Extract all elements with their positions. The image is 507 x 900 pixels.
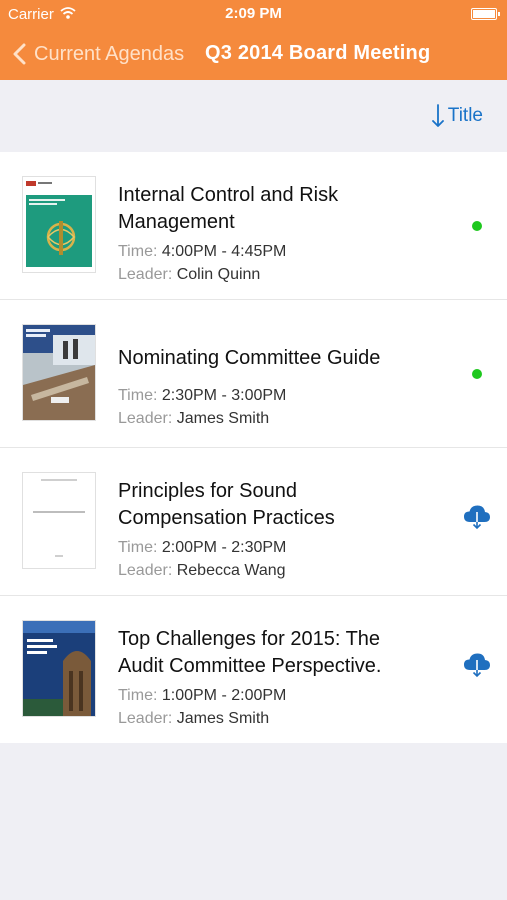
agenda-time: Time: 2:30PM - 3:00PM (118, 387, 287, 404)
document-thumbnail (22, 472, 96, 569)
page-title: Q3 2014 Board Meeting (205, 42, 431, 64)
agenda-time: Time: 4:00PM - 4:45PM (118, 243, 287, 260)
downloaded-indicator (472, 221, 482, 231)
list-item[interactable]: Internal Control and Risk Management Tim… (0, 152, 507, 300)
sort-label: Title (447, 105, 483, 126)
arrow-down-icon (431, 104, 444, 127)
status-bar: Carrier 2:09 PM (0, 0, 507, 28)
back-button[interactable]: Current Agendas (12, 38, 184, 70)
back-button-label: Current Agendas (34, 42, 185, 65)
agenda-title: Principles for Sound Compensation Practi… (118, 480, 335, 529)
agenda-list: Internal Control and Risk Management Tim… (0, 152, 507, 743)
battery-icon (471, 8, 500, 20)
list-item[interactable]: Top Challenges for 2015: The Audit Commi… (0, 596, 507, 743)
document-thumbnail (22, 324, 96, 421)
cloud-download-icon[interactable] (463, 652, 491, 678)
clock: 2:09 PM (225, 5, 282, 22)
document-thumbnail (22, 620, 96, 717)
list-item[interactable]: Nominating Committee Guide Time: 2:30PM … (0, 300, 507, 448)
agenda-leader: Leader: James Smith (118, 410, 270, 427)
agenda-leader: Leader: James Smith (118, 710, 270, 727)
list-item[interactable]: Principles for Sound Compensation Practi… (0, 448, 507, 596)
agenda-time: Time: 2:00PM - 2:30PM (118, 539, 287, 556)
navigation-bar: Carrier 2:09 PM Current Agendas Q3 2014 … (0, 0, 507, 80)
sort-toolbar: Title (0, 80, 507, 152)
agenda-title: Nominating Committee Guide (118, 347, 381, 369)
agenda-time: Time: 1:00PM - 2:00PM (118, 687, 287, 704)
agenda-title: Top Challenges for 2015: The Audit Commi… (118, 628, 382, 677)
agenda-title: Internal Control and Risk Management (118, 184, 339, 233)
chevron-left-icon (13, 43, 26, 65)
document-thumbnail (22, 176, 96, 273)
agenda-leader: Leader: Colin Quinn (118, 266, 261, 283)
agenda-leader: Leader: Rebecca Wang (118, 562, 286, 579)
downloaded-indicator (472, 369, 482, 379)
cloud-download-icon[interactable] (463, 504, 491, 530)
sort-button[interactable]: Title (431, 104, 483, 128)
